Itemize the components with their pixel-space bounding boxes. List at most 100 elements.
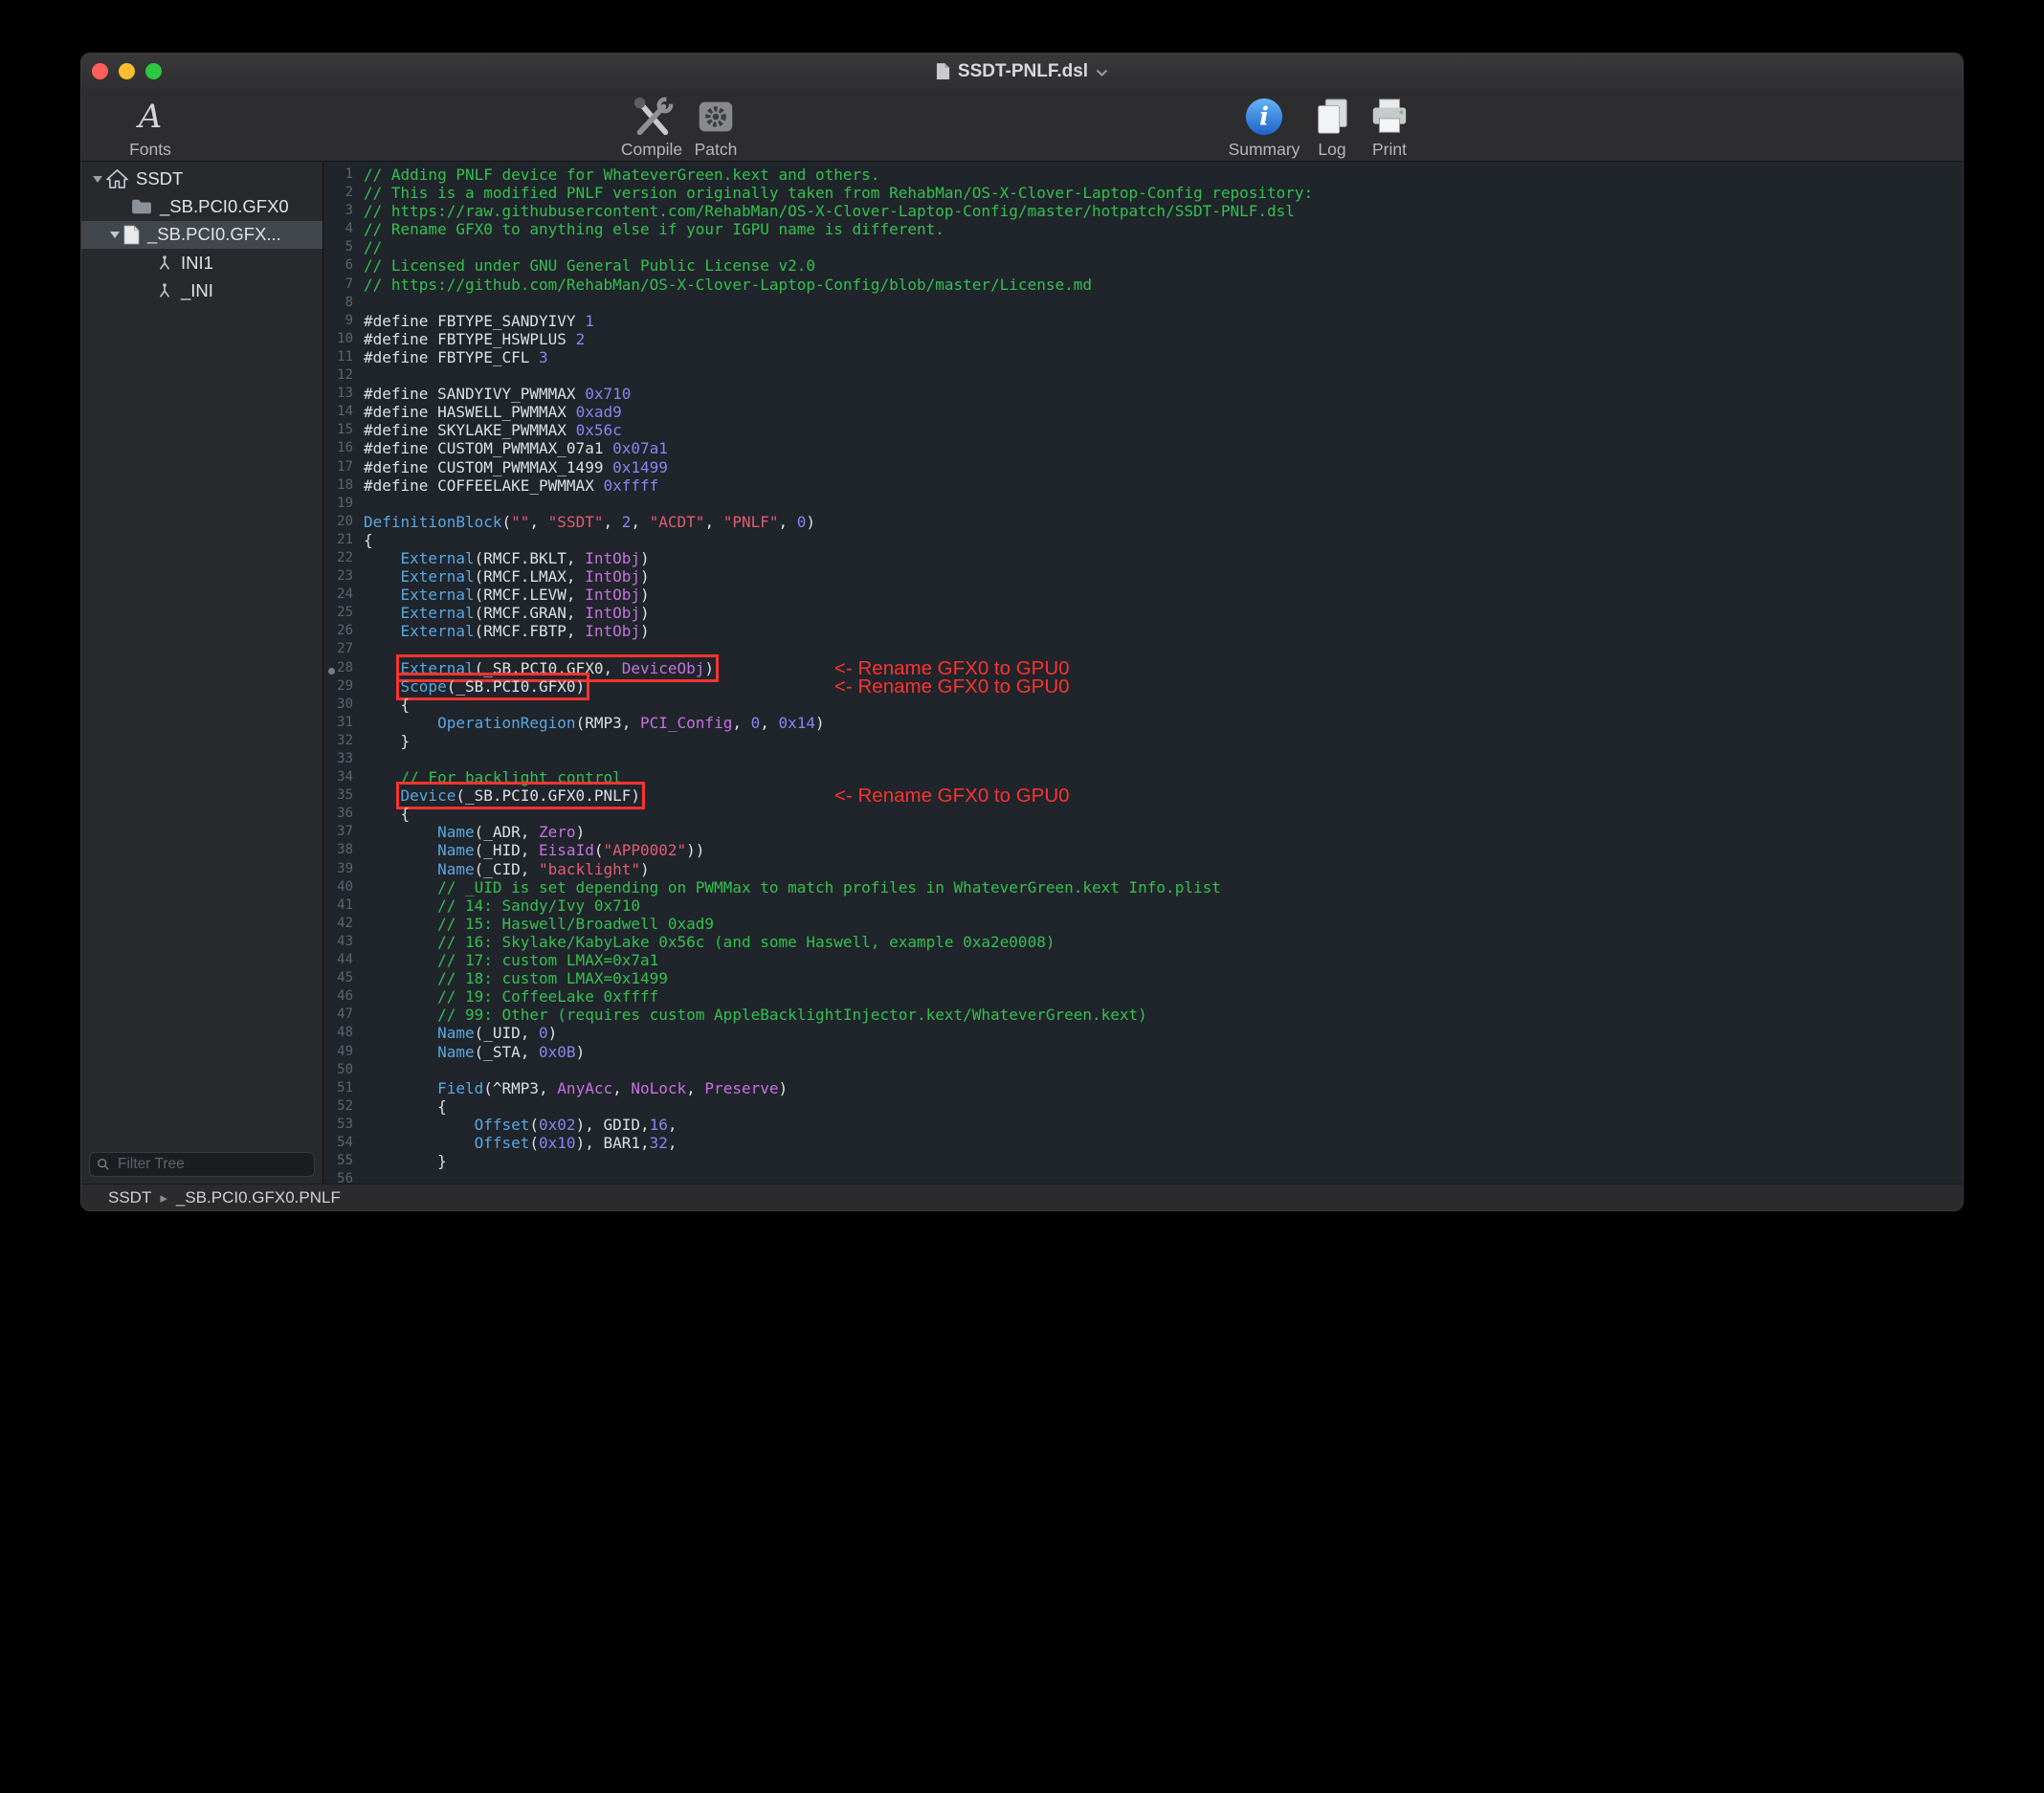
- folder-icon: [131, 198, 152, 215]
- code-line[interactable]: 35 Device(_SB.PCI0.GFX0.PNLF)<- Rename G…: [323, 786, 1963, 805]
- code-line[interactable]: 37 Name(_ADR, Zero): [323, 823, 1963, 841]
- code-line[interactable]: 5//: [323, 238, 1963, 256]
- disclosure-triangle-icon[interactable]: [89, 174, 106, 184]
- line-number: 7: [323, 276, 364, 294]
- breadcrumb-path[interactable]: _SB.PCI0.GFX0.PNLF: [176, 1188, 341, 1207]
- compile-button[interactable]: Compile: [615, 94, 688, 160]
- code-line[interactable]: 39 Name(_CID, "backlight"): [323, 860, 1963, 878]
- code-line[interactable]: 19: [323, 495, 1963, 513]
- code-text: {: [364, 531, 373, 549]
- title-area: SSDT-PNLF.dsl: [81, 54, 1963, 89]
- code-line[interactable]: 8: [323, 294, 1963, 312]
- tree-item-ini[interactable]: _INI: [81, 277, 322, 305]
- code-line[interactable]: 28 External(_SB.PCI0.GFX0, DeviceObj)<- …: [323, 659, 1963, 677]
- code-line[interactable]: 43 // 16: Skylake/KabyLake 0x56c (and so…: [323, 933, 1963, 951]
- code-line[interactable]: 29 Scope(_SB.PCI0.GFX0)<- Rename GFX0 to…: [323, 677, 1963, 696]
- tree-item-ssdt[interactable]: SSDT: [81, 165, 322, 192]
- code-line[interactable]: 30 {: [323, 696, 1963, 714]
- line-number: 12: [323, 366, 364, 385]
- code-line[interactable]: 36 {: [323, 805, 1963, 823]
- search-icon: [97, 1158, 110, 1171]
- log-button[interactable]: Log: [1302, 94, 1362, 160]
- line-number: 25: [323, 604, 364, 622]
- code-text: #define HASWELL_PWMMAX 0xad9: [364, 403, 622, 421]
- code-line[interactable]: 27: [323, 640, 1963, 658]
- code-line[interactable]: 6// Licensed under GNU General Public Li…: [323, 256, 1963, 275]
- code-line[interactable]: 48 Name(_UID, 0): [323, 1024, 1963, 1042]
- code-line[interactable]: 41 // 14: Sandy/Ivy 0x710: [323, 896, 1963, 915]
- code-line[interactable]: 16#define CUSTOM_PWMMAX_07a1 0x07a1: [323, 439, 1963, 457]
- tree-item-gfx0-device[interactable]: _SB.PCI0.GFX...: [81, 221, 322, 249]
- code-line[interactable]: 14#define HASWELL_PWMMAX 0xad9: [323, 403, 1963, 421]
- line-number: 21: [323, 531, 364, 549]
- code-line[interactable]: 26 External(RMCF.FBTP, IntObj): [323, 622, 1963, 640]
- line-number: 14: [323, 403, 364, 421]
- breadcrumb-root[interactable]: SSDT: [108, 1188, 151, 1207]
- code-line[interactable]: 2// This is a modified PNLF version orig…: [323, 184, 1963, 202]
- code-line[interactable]: 42 // 15: Haswell/Broadwell 0xad9: [323, 915, 1963, 933]
- filter-tree-input[interactable]: [116, 1155, 307, 1174]
- line-number: 19: [323, 495, 364, 513]
- code-line[interactable]: 32 }: [323, 732, 1963, 750]
- navigation-tree: SSDT _SB.PCI0.GFX0 _SB.PCI0.GFX...: [81, 162, 322, 305]
- code-line[interactable]: 50: [323, 1061, 1963, 1079]
- code-line[interactable]: 20DefinitionBlock("", "SSDT", 2, "ACDT",…: [323, 513, 1963, 531]
- code-line[interactable]: 52 {: [323, 1097, 1963, 1116]
- code-line[interactable]: 13#define SANDYIVY_PWMMAX 0x710: [323, 385, 1963, 403]
- line-number: 27: [323, 640, 364, 658]
- method-icon: [156, 282, 173, 299]
- line-number: 6: [323, 256, 364, 275]
- code-line[interactable]: 55 }: [323, 1152, 1963, 1170]
- change-marker-dot: [328, 668, 335, 675]
- code-text: Name(_STA, 0x0B): [364, 1043, 585, 1061]
- line-number: 47: [323, 1006, 364, 1024]
- code-line[interactable]: 40 // _UID is set depending on PWMMax to…: [323, 878, 1963, 896]
- code-line[interactable]: 51 Field(^RMP3, AnyAcc, NoLock, Preserve…: [323, 1079, 1963, 1097]
- code-line[interactable]: 3// https://raw.githubusercontent.com/Re…: [323, 202, 1963, 220]
- code-line[interactable]: 21{: [323, 531, 1963, 549]
- code-line[interactable]: 56: [323, 1170, 1963, 1184]
- code-line[interactable]: 47 // 99: Other (requires custom AppleBa…: [323, 1006, 1963, 1024]
- code-line[interactable]: 10#define FBTYPE_HSWPLUS 2: [323, 330, 1963, 348]
- code-line[interactable]: 31 OperationRegion(RMP3, PCI_Config, 0, …: [323, 714, 1963, 732]
- code-line[interactable]: 25 External(RMCF.GRAN, IntObj): [323, 604, 1963, 622]
- tree-item-gfx0-scope[interactable]: _SB.PCI0.GFX0: [81, 192, 322, 220]
- patch-button[interactable]: Patch: [682, 94, 749, 160]
- document-proxy-icon[interactable]: [936, 62, 950, 80]
- fonts-button[interactable]: A Fonts: [112, 94, 189, 160]
- print-button[interactable]: Print: [1358, 94, 1421, 160]
- code-text: External(_SB.PCI0.GFX0, DeviceObj): [364, 659, 714, 677]
- code-line[interactable]: 17#define CUSTOM_PWMMAX_1499 0x1499: [323, 458, 1963, 476]
- tree-item-ini1[interactable]: INI1: [81, 249, 322, 277]
- code-text: // 18: custom LMAX=0x1499: [364, 969, 668, 987]
- titlebar[interactable]: SSDT-PNLF.dsl: [81, 54, 1963, 89]
- code-line[interactable]: 34 // For backlight control: [323, 768, 1963, 786]
- code-line[interactable]: 33: [323, 750, 1963, 768]
- document-icon: [123, 225, 140, 245]
- code-line[interactable]: 4// Rename GFX0 to anything else if your…: [323, 220, 1963, 238]
- code-editor[interactable]: 1// Adding PNLF device for WhateverGreen…: [323, 162, 1963, 1184]
- title-chevron-icon[interactable]: [1096, 69, 1108, 77]
- code-line[interactable]: 12: [323, 366, 1963, 385]
- code-line[interactable]: 46 // 19: CoffeeLake 0xffff: [323, 987, 1963, 1006]
- code-line[interactable]: 38 Name(_HID, EisaId("APP0002")): [323, 841, 1963, 859]
- code-line[interactable]: 11#define FBTYPE_CFL 3: [323, 348, 1963, 366]
- code-line[interactable]: 53 Offset(0x02), GDID,16,: [323, 1116, 1963, 1134]
- code-line[interactable]: 9#define FBTYPE_SANDYIVY 1: [323, 312, 1963, 330]
- code-line[interactable]: 15#define SKYLAKE_PWMMAX 0x56c: [323, 421, 1963, 439]
- code-line[interactable]: 18#define COFFEELAKE_PWMMAX 0xffff: [323, 476, 1963, 495]
- code-line[interactable]: 22 External(RMCF.BKLT, IntObj): [323, 549, 1963, 567]
- tree-label: _SB.PCI0.GFX...: [147, 224, 281, 245]
- code-line[interactable]: 44 // 17: custom LMAX=0x7a1: [323, 951, 1963, 969]
- code-line[interactable]: 45 // 18: custom LMAX=0x1499: [323, 969, 1963, 987]
- tree-label: INI1: [181, 253, 213, 274]
- code-line[interactable]: 54 Offset(0x10), BAR1,32,: [323, 1134, 1963, 1152]
- code-line[interactable]: 7// https://github.com/RehabMan/OS-X-Clo…: [323, 276, 1963, 294]
- code-line[interactable]: 23 External(RMCF.LMAX, IntObj): [323, 567, 1963, 586]
- disclosure-triangle-icon[interactable]: [106, 230, 123, 239]
- line-number: 36: [323, 805, 364, 823]
- code-line[interactable]: 24 External(RMCF.LEVW, IntObj): [323, 586, 1963, 604]
- summary-button[interactable]: i Summary: [1224, 94, 1304, 160]
- code-line[interactable]: 49 Name(_STA, 0x0B): [323, 1043, 1963, 1061]
- code-line[interactable]: 1// Adding PNLF device for WhateverGreen…: [323, 166, 1963, 184]
